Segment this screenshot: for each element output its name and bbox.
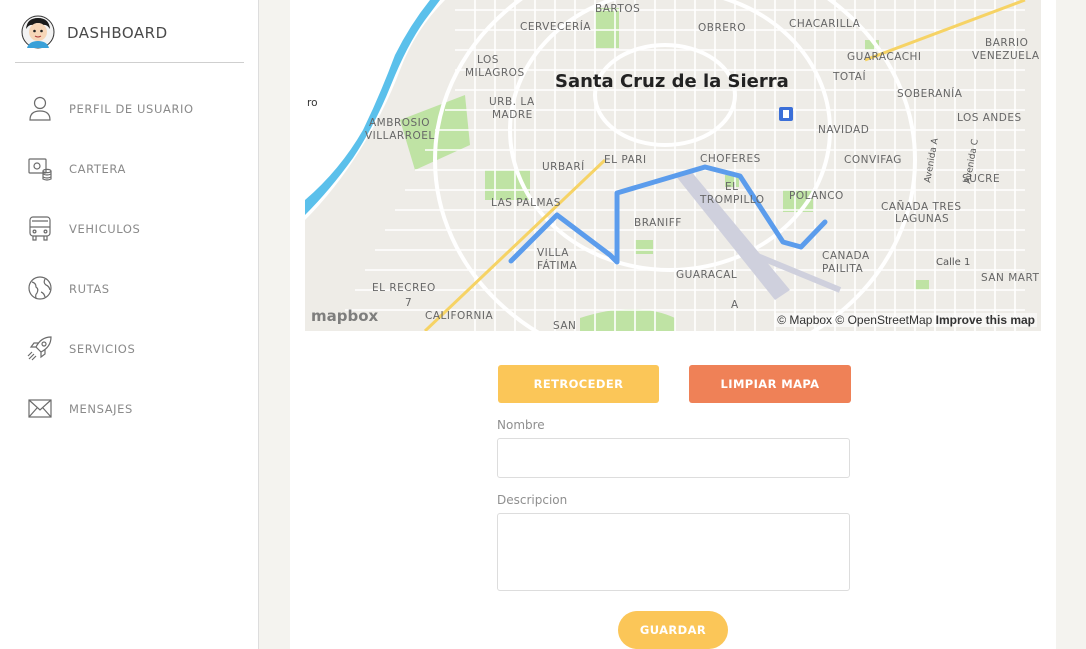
map-attribution: © Mapbox © OpenStreetMap Improve this ma… xyxy=(775,313,1037,327)
map-place-label: CONVIFAG xyxy=(844,154,902,166)
map-place-label: URBARÍ xyxy=(542,160,585,173)
map-place-label: VILLARROEL xyxy=(365,130,435,142)
rocket-icon xyxy=(27,336,52,361)
map-place-label: BARRIO xyxy=(985,37,1028,49)
map-place-label: MILAGROS xyxy=(465,67,525,79)
attribution-osm-link[interactable]: © OpenStreetMap xyxy=(835,313,932,327)
map-place-label: SAN xyxy=(553,320,576,331)
map-place-label: Calle 1 xyxy=(936,257,970,268)
map-place-label: EL xyxy=(725,181,738,193)
map-place-label: PAILITA xyxy=(822,263,863,275)
map-place-label: 7 xyxy=(405,297,412,309)
sidebar-item-perfil[interactable]: PERFIL DE USUARIO xyxy=(0,78,259,138)
map-place-label: A xyxy=(731,299,739,311)
map-place-label: LAS PALMAS xyxy=(491,197,561,209)
sidebar-item-label: CARTERA xyxy=(69,162,126,176)
map-place-label: BRANIFF xyxy=(634,217,682,229)
map-place-label: CANADA xyxy=(822,250,870,262)
sidebar-item-rutas[interactable]: RUTAS xyxy=(0,258,259,318)
map-city-label: Santa Cruz de la Sierra xyxy=(555,71,789,92)
sidebar-item-label: SERVICIOS xyxy=(69,342,136,356)
description-label: Descripcion xyxy=(497,493,568,507)
sidebar-item-label: MENSAJES xyxy=(69,402,133,416)
map-place-label: VILLA xyxy=(537,247,569,259)
map-place-label: EL PARI xyxy=(604,154,647,166)
sidebar-item-label: VEHICULOS xyxy=(69,222,141,236)
map-place-label: CAÑADA TRES xyxy=(881,200,961,213)
map-place-label: CERVECERÍA xyxy=(520,20,591,33)
map-place-label: GUARACACHI xyxy=(847,51,922,63)
save-button[interactable]: GUARDAR xyxy=(618,611,728,649)
map-place-label: SOBERANÍA xyxy=(897,87,963,100)
map-place-label: CHACARILLA xyxy=(789,18,861,30)
map-place-label: OBRERO xyxy=(698,22,746,34)
improve-map-link[interactable]: Improve this map xyxy=(936,313,1035,327)
avatar xyxy=(21,15,55,49)
route-map[interactable]: BARTOS CERVECERÍA OBRERO CHACARILLA GUAR… xyxy=(305,0,1041,331)
sidebar-item-servicios[interactable]: SERVICIOS xyxy=(0,318,259,378)
map-place-label: LOS ANDES xyxy=(957,112,1022,124)
sidebar-item-cartera[interactable]: CARTERA xyxy=(0,138,259,198)
brand[interactable]: DASHBOARD xyxy=(15,0,244,63)
back-button[interactable]: RETROCEDER xyxy=(498,365,659,403)
wallet-icon xyxy=(28,158,52,181)
brand-title: DASHBOARD xyxy=(67,24,168,42)
sidebar-item-label: RUTAS xyxy=(69,282,110,296)
name-input[interactable] xyxy=(497,438,850,478)
map-place-label: VENEZUELA xyxy=(972,50,1040,62)
map-place-label: LOS xyxy=(477,54,499,66)
sidebar: DASHBOARD PERFIL DE USUARIO CARTERA VEHI… xyxy=(0,0,259,649)
name-label: Nombre xyxy=(497,418,545,432)
bus-icon xyxy=(29,216,51,241)
map-place-label: FÁTIMA xyxy=(537,259,578,272)
description-textarea[interactable] xyxy=(497,513,850,591)
map-place-label: ro xyxy=(307,97,318,109)
clear-map-button[interactable]: LIMPIAR MAPA xyxy=(689,365,851,403)
map-place-label: CALIFORNIA xyxy=(425,310,494,322)
sidebar-item-mensajes[interactable]: MENSAJES xyxy=(0,378,259,438)
map-place-label: SAN MART xyxy=(981,272,1040,284)
map-place-label: NAVIDAD xyxy=(818,124,869,136)
map-place-label: POLANCO xyxy=(789,190,844,202)
map-place-label: TROMPILLO xyxy=(699,194,765,206)
map-place-label: MADRE xyxy=(492,109,533,121)
route-card: BARTOS CERVECERÍA OBRERO CHACARILLA GUAR… xyxy=(290,0,1056,649)
sidebar-item-vehiculos[interactable]: VEHICULOS xyxy=(0,198,259,258)
map-place-label: LAGUNAS xyxy=(895,213,949,225)
map-place-label: CHOFERES xyxy=(700,153,761,165)
map-place-label: GUARACAL xyxy=(676,269,737,281)
map-canvas[interactable]: BARTOS CERVECERÍA OBRERO CHACARILLA GUAR… xyxy=(305,0,1041,331)
sidebar-item-label: PERFIL DE USUARIO xyxy=(69,102,194,116)
globe-icon xyxy=(28,276,52,300)
map-place-label: BARTOS xyxy=(595,3,640,15)
mail-icon xyxy=(28,399,52,418)
map-place-label: EL RECREO xyxy=(372,282,436,294)
map-place-label: AMBROSIO xyxy=(369,117,430,129)
map-place-label: TOTAÍ xyxy=(832,70,866,83)
user-icon xyxy=(29,96,51,121)
mapbox-logo[interactable]: mapbox xyxy=(311,307,378,325)
sidebar-nav: PERFIL DE USUARIO CARTERA VEHICULOS RUTA… xyxy=(0,78,259,438)
attribution-mapbox-link[interactable]: © Mapbox xyxy=(777,313,832,327)
map-place-label: URB. LA xyxy=(489,96,535,108)
